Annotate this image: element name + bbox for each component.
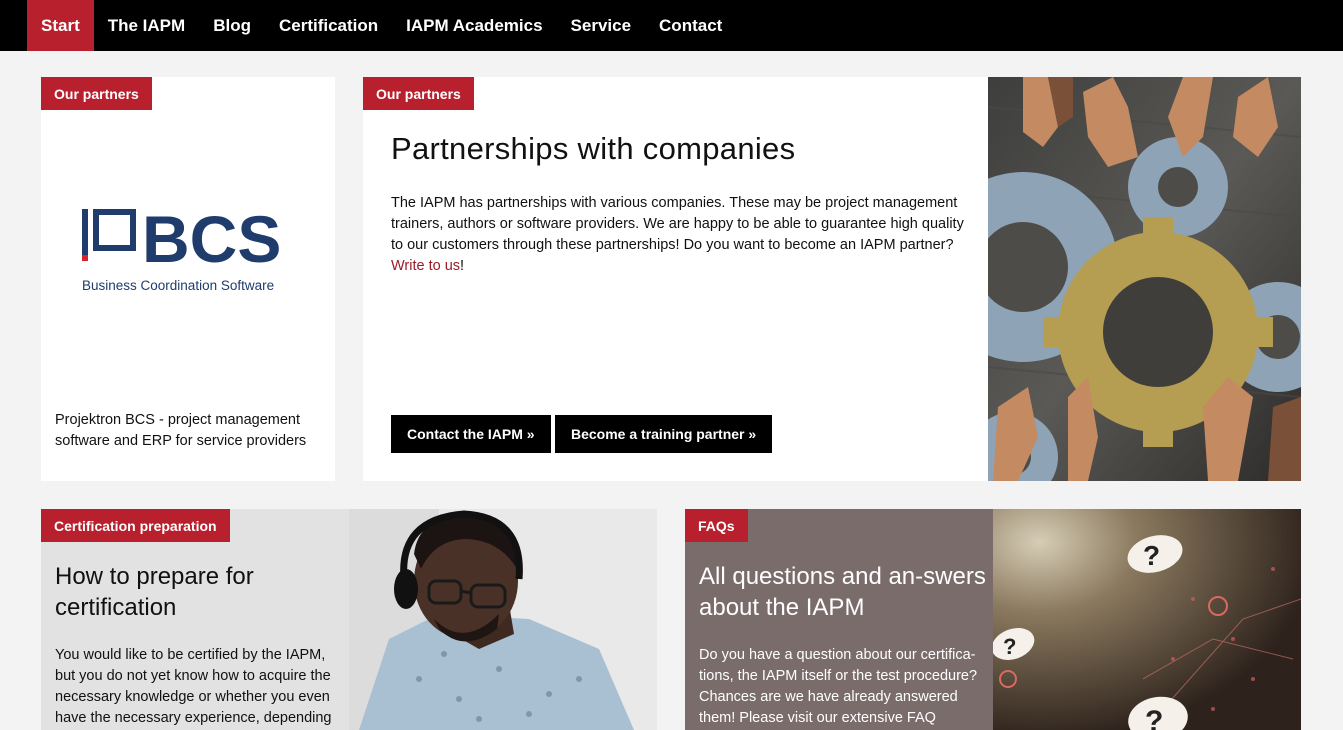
svg-text:?: ? [1003,634,1016,659]
faq-tag: FAQs [685,509,748,542]
student-with-headphones-image [349,509,657,730]
gears-hands-image [988,77,1301,481]
certification-card[interactable]: Certification preparation How to prepare… [41,509,657,730]
partnerships-body: The IAPM has partnerships with various c… [391,193,971,277]
nav-item-iapm-academics[interactable]: IAPM Academics [392,0,556,51]
write-to-us-link[interactable]: Write to us [391,258,460,274]
certification-tag: Certification preparation [41,509,230,542]
main-navigation: Start The IAPM Blog Certification IAPM A… [0,0,1343,51]
become-training-partner-button[interactable]: Become a training partner » [555,415,773,453]
partner-tag: Our partners [41,77,152,110]
partnerships-card: Our partners Partnerships with companies… [363,77,1301,481]
nav-item-contact[interactable]: Contact [645,0,736,51]
nav-item-start[interactable]: Start [27,0,94,51]
nav-item-blog[interactable]: Blog [199,0,265,51]
partnerships-tag: Our partners [363,77,474,110]
contact-iapm-button[interactable]: Contact the IAPM » [391,415,551,453]
svg-text:?: ? [1145,705,1163,730]
bcs-logo-text: BCS [142,207,281,276]
partner-logo-card[interactable]: Our partners BCS Business Coordination S… [41,77,335,481]
nav-item-the-iapm[interactable]: The IAPM [94,0,199,51]
nav-item-certification[interactable]: Certification [265,0,392,51]
svg-text:?: ? [1143,540,1160,571]
certification-body: You would like to be certified by the IA… [55,647,332,726]
question-marks-image: ? ? ? [993,509,1301,730]
bcs-logo-subtext: Business Coordination Software [82,278,274,293]
partner-description: Projektron BCS - project management soft… [55,412,307,449]
nav-item-service[interactable]: Service [557,0,646,51]
faq-body: Do you have a question about our certifi… [699,647,978,726]
link-suffix: ! [460,258,465,274]
faq-title: All questions and an-swers about the IAP… [699,563,986,621]
bcs-logo: BCS Business Coordination Software [82,207,281,293]
certification-title: How to prepare for certification [55,563,254,621]
faq-card[interactable]: FAQs All questions and an-swers about th… [685,509,1301,730]
partnerships-title: Partnerships with companies [391,131,796,166]
partnerships-body-text: The IAPM has partnerships with various c… [391,195,964,253]
